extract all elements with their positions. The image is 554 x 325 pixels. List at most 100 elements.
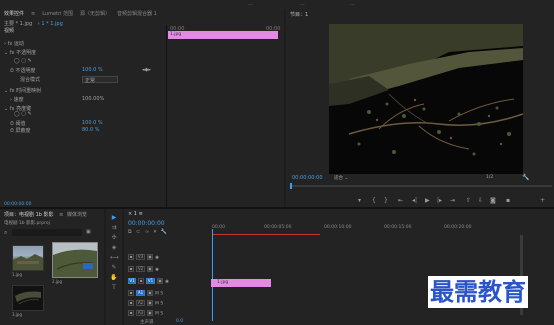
solo-button[interactable]: S [160,302,163,307]
lock-icon[interactable]: ▪ [128,266,134,272]
tab-source[interactable]: 源（无剪辑） [80,10,110,17]
blend-mode-select[interactable]: 正常 [82,76,118,84]
sync-lock-icon[interactable]: ▣ [157,278,163,284]
timeline-clip[interactable]: 1.jpg [211,279,271,287]
rect-mask-icon[interactable]: ▢ [21,58,26,64]
add-button-icon[interactable]: + [540,197,545,204]
fx-time-remap[interactable]: ⌄ fx 时间重映射 [4,87,41,95]
go-to-out-icon[interactable]: ⇥ [450,197,455,204]
master-volume[interactable]: 0.0 [176,319,183,324]
sync-lock-icon[interactable]: ▣ [147,300,153,306]
ellipse-mask-icon[interactable]: ◯ [14,111,20,117]
track-select-icon[interactable]: ⇉ [110,224,118,232]
extract-icon[interactable]: ⇩ [478,197,483,204]
rect-mask-icon[interactable]: ▢ [21,111,26,117]
speed-value[interactable]: 100.00% [82,96,104,102]
solo-button[interactable]: S [160,292,163,297]
hand-tool-icon[interactable]: ✋ [110,274,118,282]
nest-icon[interactable]: ⧉ [128,229,132,235]
eye-icon[interactable]: ◉ [165,280,169,285]
type-tool-icon[interactable]: T [110,284,118,292]
lock-icon[interactable]: ▪ [128,300,134,306]
step-forward-icon[interactable]: |▸ [437,197,442,204]
solo-button[interactable]: S [160,312,163,317]
sync-lock-icon[interactable]: ▣ [147,290,153,296]
track-target[interactable]: V1 [146,278,155,284]
sequence-tab[interactable]: × 1 ≡ [128,211,143,217]
tab-effect-controls[interactable]: 效果控件 [4,10,24,17]
mark-in-icon[interactable]: { [372,197,376,204]
track-target[interactable]: A3 [136,310,145,316]
tab-menu-icon[interactable]: ≡ [59,212,63,218]
razor-tool-icon[interactable]: ◈ [110,244,118,252]
sync-lock-icon[interactable]: ▣ [147,310,153,316]
button-editor-icon[interactable]: ▪ [506,197,510,204]
clip-header[interactable]: 1 * 1.jpg [41,21,62,27]
mute-button[interactable]: M [155,292,159,297]
marker-icon[interactable]: ▾ [154,229,157,235]
program-scrub-bar[interactable] [290,185,552,187]
go-to-in-icon[interactable]: ⇤ [398,197,403,204]
workspace-tab[interactable]: ... [300,1,305,7]
mute-button[interactable]: M [155,312,159,317]
workspace-tab[interactable]: ... [248,1,253,7]
tab-menu-icon[interactable]: ≡ [139,211,143,217]
cutoff-value[interactable]: 80.0 % [82,127,99,133]
wrench-icon[interactable]: 🔧 [161,229,167,235]
selection-tool-icon[interactable]: ▶ [110,214,118,222]
lock-icon[interactable]: ▪ [128,310,134,316]
stopwatch-icon[interactable]: ⏱ [10,128,14,134]
new-bin-icon[interactable]: ▣ [86,229,91,235]
timeline-ruler[interactable]: 00:00 00:00:05:00 00:00:10:00 00:00:15:0… [212,225,554,231]
program-playhead[interactable] [290,183,292,189]
stopwatch-icon[interactable]: ⏱ [10,68,14,74]
pen-mask-icon[interactable]: ✎ [28,58,32,64]
source-patch-v1[interactable]: V1 [128,278,136,284]
pen-mask-icon[interactable]: ✎ [28,111,32,117]
ellipse-mask-icon[interactable]: ◯ [14,58,20,64]
snap-icon[interactable]: ⊂ [136,229,140,235]
program-timecode[interactable]: 00:00:00:00 [292,175,323,181]
track-target[interactable]: V2 [136,266,145,272]
slip-tool-icon[interactable]: ⟷ [110,254,119,262]
lock-icon[interactable]: ▪ [128,254,134,260]
wrench-icon[interactable]: 🔧 [522,174,529,181]
play-icon[interactable]: ▶ [425,197,430,204]
project-search-input[interactable] [12,229,82,236]
mute-button[interactable]: M [155,302,159,307]
close-icon[interactable]: × [128,211,132,217]
track-target[interactable]: V3 [136,254,145,260]
tab-project[interactable]: 项目：电视剧 1b 影影 [4,212,54,218]
threshold-value[interactable]: 100.0 % [82,120,103,126]
tab-media-browser[interactable]: 媒体浏览 [67,212,87,218]
timeline-playhead[interactable] [212,229,213,321]
effect-clip-bar[interactable]: 1.jpg [168,31,278,39]
tab-audio-mixer[interactable]: 音频剪辑混合器 1 [117,10,157,17]
resolution-select[interactable]: 1/2 [486,175,493,180]
add-marker-icon[interactable]: ▾ [358,197,361,204]
work-area-bar[interactable] [212,234,320,235]
track-target[interactable]: A2 [136,300,145,306]
export-frame-icon[interactable]: ◙ [490,197,496,204]
workspace-tab[interactable]: ... [350,1,355,7]
project-thumb-1[interactable] [12,245,44,271]
lock-icon[interactable]: ▪ [138,278,144,284]
project-thumb-3[interactable] [12,285,44,311]
sync-lock-icon[interactable]: ▣ [147,254,153,260]
track-target[interactable]: A1 [136,290,145,296]
mark-out-icon[interactable]: } [384,197,388,204]
fx-motion[interactable]: › fx 运动 [4,40,24,48]
opacity-value[interactable]: 100.0 % [82,67,103,73]
lock-icon[interactable]: ▪ [128,290,134,296]
eye-icon[interactable]: ◉ [155,256,159,261]
linked-icon[interactable]: ∞ [145,229,149,235]
keyframe-nav-icon[interactable]: ◂◆▸ [142,67,151,73]
project-thumb-2[interactable] [52,242,98,278]
timeline-timecode[interactable]: 00:00:00:00 [128,220,165,227]
pen-tool-icon[interactable]: ✎ [110,264,118,272]
tab-lumetri-scopes[interactable]: Lumetri 范围 [42,10,73,17]
search-icon[interactable]: ⌕ [4,229,7,237]
sync-lock-icon[interactable]: ▣ [147,266,153,272]
step-back-icon[interactable]: ◂| [412,197,417,204]
fx-opacity[interactable]: ⌄ fx 不透明度 [4,49,36,57]
